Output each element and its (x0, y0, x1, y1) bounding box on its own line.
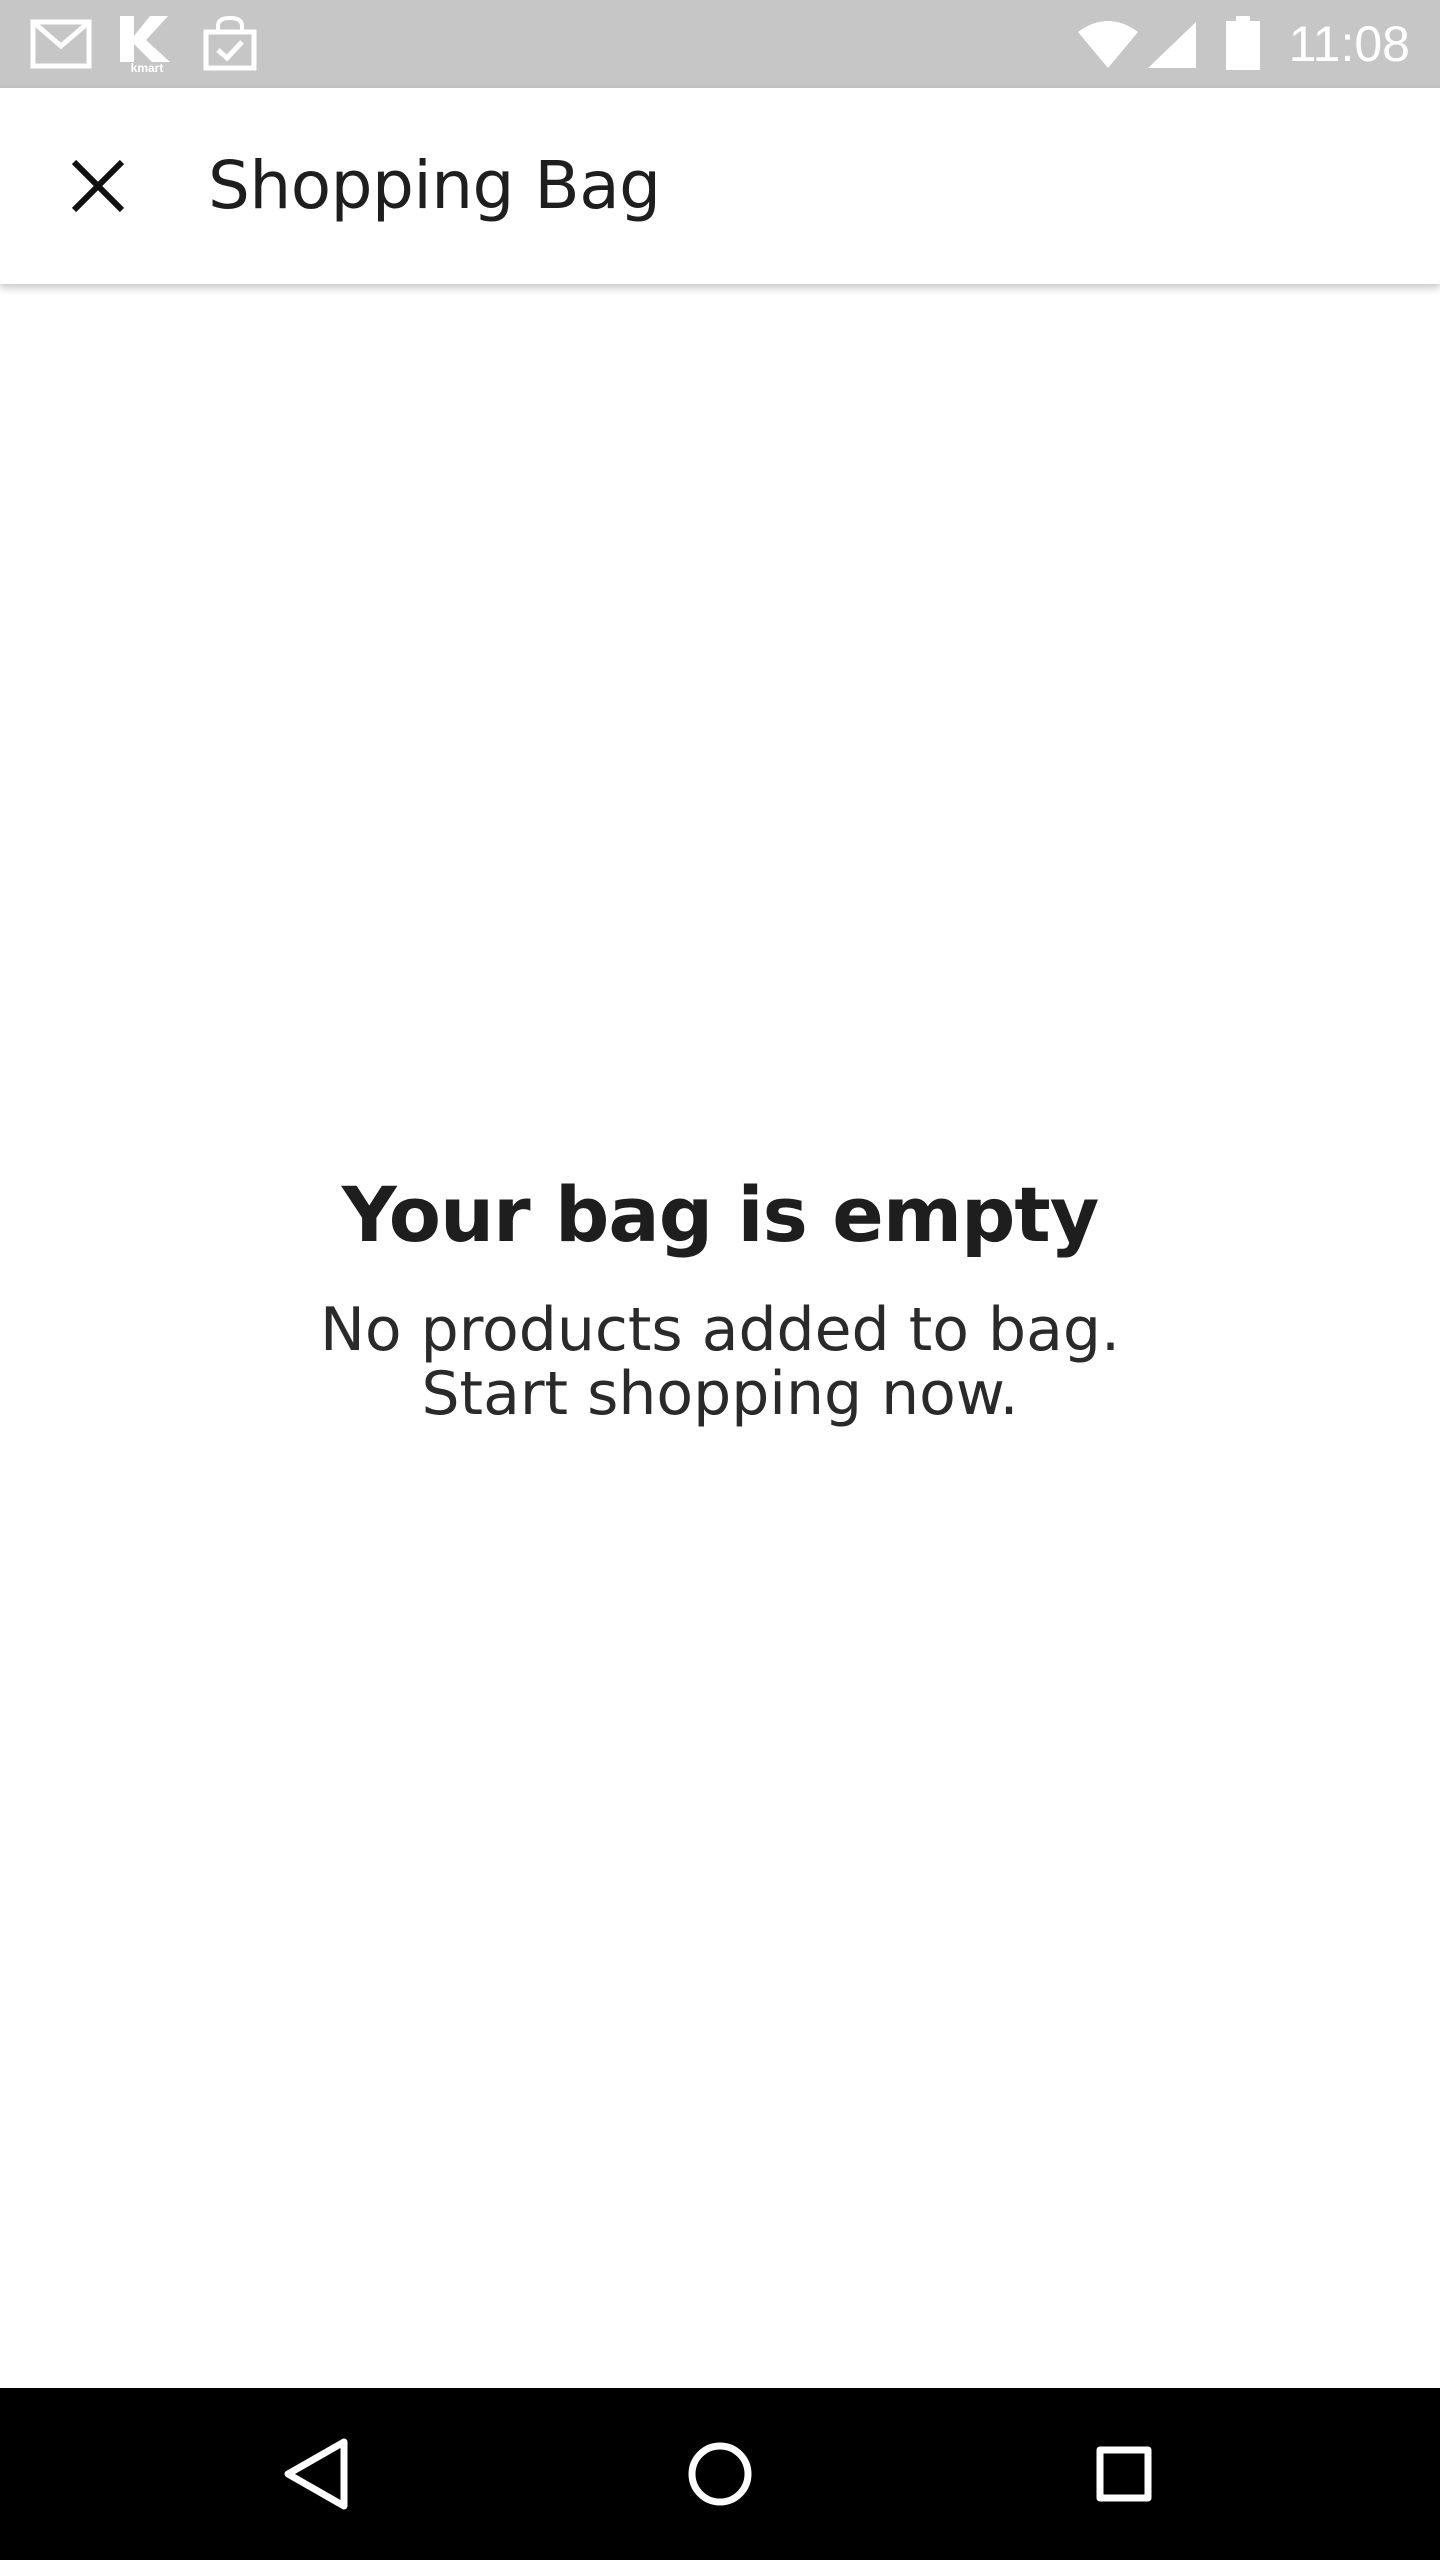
home-button[interactable] (670, 2424, 770, 2524)
close-icon (71, 159, 125, 213)
empty-state-subtitle-line-2: Start shopping now. (421, 1359, 1019, 1429)
close-button[interactable] (50, 138, 146, 234)
kmart-app-icon: kmart (120, 16, 170, 74)
system-navigation-bar (0, 2388, 1440, 2560)
empty-state-subtitle: No products added to bag. Start shopping… (0, 1298, 1440, 1426)
app-bar: Shopping Bag (0, 88, 1440, 284)
status-clock: 11:08 (1288, 16, 1410, 72)
recents-button[interactable] (1074, 2424, 1174, 2524)
battery-icon (1226, 16, 1260, 70)
status-bar: kmart 11:08 (0, 0, 1440, 88)
empty-state-subtitle-line-1: No products added to bag. (319, 1295, 1121, 1365)
kmart-icon-text: kmart (131, 61, 164, 74)
back-triangle-icon (284, 2438, 348, 2510)
shopping-bag-screen: kmart 11:08 Shopping Bag Your bag is emp… (0, 0, 1440, 2560)
empty-state-title: Your bag is empty (341, 1170, 1100, 1259)
recents-square-icon (1096, 2446, 1152, 2502)
wifi-icon (1078, 21, 1138, 68)
home-circle-icon (688, 2442, 752, 2506)
gmail-icon (30, 19, 92, 69)
back-button[interactable] (266, 2424, 366, 2524)
cellular-signal-icon (1148, 22, 1196, 68)
page-title: Shopping Bag (208, 147, 661, 224)
empty-bag-message: Your bag is empty No products added to b… (0, 1150, 1440, 1426)
shopping-bag-check-icon (203, 15, 257, 71)
